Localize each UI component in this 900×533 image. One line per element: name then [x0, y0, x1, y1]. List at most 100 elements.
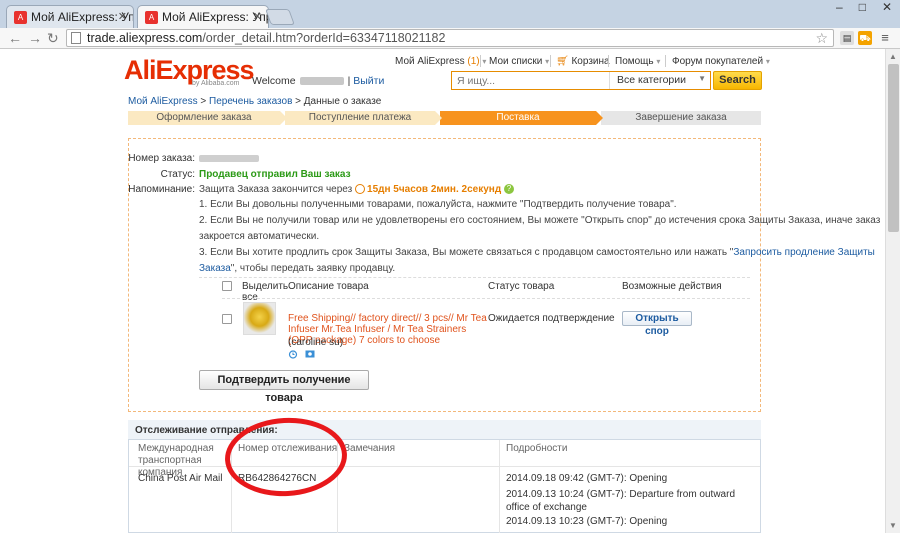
chevron-down-icon: ▼	[698, 74, 706, 83]
forward-icon[interactable]: →	[28, 30, 42, 46]
forum-link[interactable]: Форум покупателей ▾	[672, 56, 770, 67]
photo-icon[interactable]	[305, 349, 315, 359]
category-select[interactable]: Все категории ▼	[612, 72, 710, 89]
step-payment: Поступление платежа	[283, 111, 442, 125]
confirm-receipt-button[interactable]: Подтвердить получение товара	[199, 370, 369, 404]
welcome-text: Welcome	[252, 75, 296, 87]
select-all-header: Выделить все	[242, 281, 289, 303]
aliexpress-favicon-icon: A	[145, 11, 158, 24]
description-header: Описание товара	[288, 281, 369, 292]
new-tab-button[interactable]	[265, 9, 295, 25]
product-status: Ожидается подтверждение	[488, 313, 615, 324]
maximize-icon[interactable]: □	[859, 0, 866, 14]
close-tab-icon[interactable]: ✕	[118, 10, 127, 23]
column-divider	[499, 440, 500, 533]
extend-protection-link-cont[interactable]: Заказа	[199, 263, 231, 274]
step-arrow	[435, 111, 442, 125]
status-header: Статус товара	[488, 281, 555, 292]
alarm-clock-icon[interactable]	[288, 349, 298, 359]
note-3: 3. Если Вы хотите продлить срок Защиты З…	[199, 247, 875, 258]
browser-tab-active[interactable]: A Мой AliExpress: Упр ✕	[137, 5, 269, 28]
extend-protection-link[interactable]: Запросить продление Защиты	[733, 247, 874, 258]
product-checkbox[interactable]	[222, 314, 232, 324]
search-box: Все категории ▼	[451, 71, 711, 90]
reload-icon[interactable]: ↻	[47, 30, 59, 47]
divider	[550, 55, 551, 67]
select-all-checkbox[interactable]	[222, 281, 232, 291]
close-tab-icon[interactable]: ✕	[253, 10, 262, 23]
scrollbar-thumb[interactable]	[888, 64, 899, 232]
username-redacted	[299, 77, 344, 86]
clock-icon	[355, 184, 366, 195]
my-aliexpress-link[interactable]: Мой AliExpress (1) ▾	[395, 56, 486, 67]
chevron-down-icon: ▾	[545, 57, 550, 66]
help-link[interactable]: Помощь ▾	[615, 56, 660, 67]
close-window-icon[interactable]: ✕	[882, 0, 892, 14]
carrier-name: China Post Air Mail	[138, 473, 223, 484]
cart-icon: 🛒︎	[556, 56, 569, 67]
search-button[interactable]: Search	[713, 71, 762, 90]
divider	[480, 55, 481, 67]
note-2-cont: закроется автоматически.	[199, 231, 320, 242]
cart-link[interactable]: 🛒︎ Корзина	[556, 56, 610, 67]
step-complete: Завершение заказа	[599, 111, 761, 125]
divider	[199, 277, 750, 278]
order-progress-steps: Оформление заказа Поступление платежа По…	[128, 111, 761, 125]
details-header: Подробности	[506, 443, 568, 454]
step-arrow	[280, 111, 287, 125]
tracking-event: 2014.09.13 10:24 (GMT-7): Departure from…	[506, 489, 736, 513]
reminder-text: Защита Заказа закончится через 15дн 5час…	[199, 184, 514, 195]
help-icon[interactable]: ?	[503, 184, 514, 195]
reminder-label: Напоминание:	[128, 184, 195, 195]
step-arrow	[596, 111, 603, 125]
step-order-placed: Оформление заказа	[128, 111, 287, 125]
countdown-timer: 15дн 5часов 2мин. 2секунд	[367, 184, 502, 195]
divider	[222, 298, 750, 299]
extension-icon[interactable]: ▤	[840, 31, 854, 45]
breadcrumb: Мой AliExpress > Перечень заказов > Данн…	[128, 96, 382, 107]
window-controls: – □ ✕	[820, 0, 892, 14]
menu-icon[interactable]: ≡	[878, 31, 892, 45]
chevron-down-icon: ▾	[765, 57, 770, 66]
status-value: Продавец отправил Ваш заказ	[199, 169, 351, 180]
scroll-up-icon[interactable]: ▲	[889, 52, 897, 61]
address-bar[interactable]: trade.aliexpress.com/order_detail.htm?or…	[66, 29, 834, 47]
bookmark-star-icon[interactable]: ☆	[815, 30, 828, 47]
url-text: trade.aliexpress.com/order_detail.htm?or…	[87, 31, 446, 45]
tracking-event: 2014.09.18 09:42 (GMT-7): Opening	[506, 473, 668, 484]
logout-link[interactable]: Выйти	[353, 75, 384, 87]
my-lists-link[interactable]: Мои списки ▾	[489, 56, 549, 67]
product-thumbnail[interactable]	[243, 302, 276, 335]
cart-extension-icon[interactable]: ⛟	[858, 31, 872, 45]
breadcrumb-my-aliexpress[interactable]: Мой AliExpress	[128, 96, 198, 107]
divider	[129, 466, 760, 467]
minimize-icon[interactable]: –	[836, 0, 843, 14]
page-icon	[71, 32, 81, 44]
divider	[608, 55, 609, 67]
logo-subtitle: by Alibaba.com	[192, 80, 240, 87]
actions-header: Возможные действия	[622, 281, 722, 292]
page-scrollbar[interactable]: ▲ ▼	[885, 49, 900, 533]
note-2: 2. Если Вы не получили товар или не удов…	[199, 215, 881, 226]
browser-tab-bar: A Мой AliExpress: Упр ✕ A Мой AliExpress…	[0, 0, 900, 28]
remarks-header: Замечания	[344, 443, 396, 454]
aliexpress-favicon-icon: A	[14, 11, 27, 24]
browser-tab[interactable]: A Мой AliExpress: Упр ✕	[6, 5, 134, 28]
back-icon[interactable]: ←	[8, 30, 22, 46]
tracking-event: 2014.09.13 10:23 (GMT-7): Opening	[506, 516, 668, 527]
chevron-down-icon: ▾	[656, 57, 661, 66]
scroll-down-icon[interactable]: ▼	[889, 521, 897, 530]
browser-toolbar: ← → ↻ trade.aliexpress.com/order_detail.…	[0, 28, 900, 49]
divider	[665, 55, 666, 67]
status-label: Статус:	[160, 169, 195, 180]
welcome-bar: Welcome | Выйти	[252, 75, 385, 87]
order-number-label: Номер заказа:	[128, 153, 195, 164]
search-input[interactable]	[452, 72, 610, 89]
open-dispute-button[interactable]: Открыть спор	[622, 311, 692, 337]
step-shipping: Поставка	[438, 111, 603, 125]
note-1: 1. Если Вы довольны полученными товарами…	[199, 199, 677, 210]
note-3-cont: Заказа", чтобы передать заявку продавцу.	[199, 263, 396, 274]
breadcrumb-current: Данные о заказе	[303, 96, 382, 107]
breadcrumb-orders[interactable]: Перечень заказов	[209, 96, 292, 107]
order-number-value	[199, 154, 259, 165]
